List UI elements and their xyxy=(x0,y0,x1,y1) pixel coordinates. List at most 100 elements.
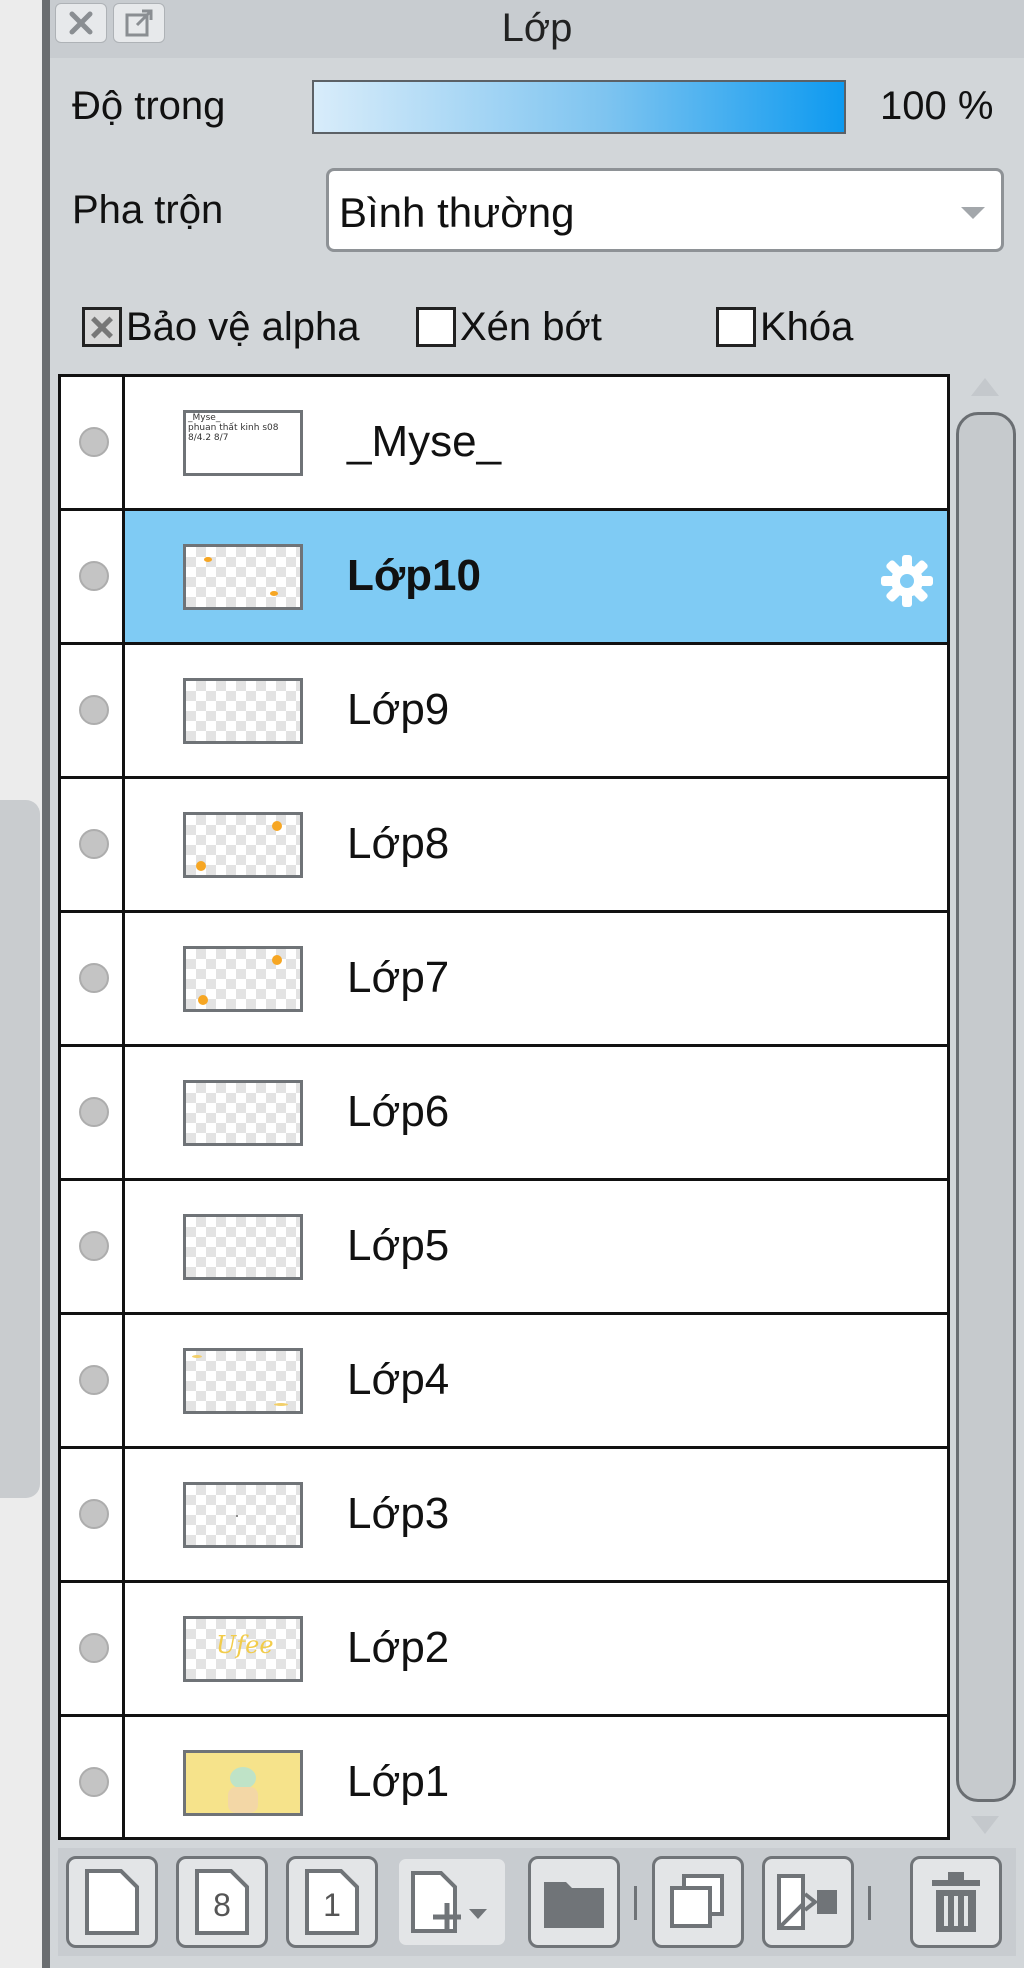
layer-row[interactable]: Lớp6 xyxy=(61,1047,947,1181)
visibility-toggle[interactable] xyxy=(61,913,125,1044)
checkbox-empty-icon xyxy=(716,307,756,347)
new-1bit-layer-button[interactable]: 1 xyxy=(286,1856,378,1948)
add-layer-dropdown-button[interactable] xyxy=(396,1856,508,1948)
toolbar-separator xyxy=(634,1886,637,1920)
clip-label: Xén bớt xyxy=(460,304,602,349)
visibility-dot-icon xyxy=(79,828,109,859)
gear-icon[interactable] xyxy=(877,551,937,611)
opacity-label: Độ trong xyxy=(72,84,226,128)
lock-checkbox[interactable]: Khóa xyxy=(716,305,853,349)
side-panel-tab[interactable] xyxy=(0,800,40,1498)
scroll-down-icon[interactable] xyxy=(971,1816,999,1834)
visibility-toggle[interactable] xyxy=(61,1315,125,1446)
layer-row[interactable]: _Myse_ phuan thất kinh s08 8/4.2 8/7 _My… xyxy=(61,377,947,511)
visibility-dot-icon xyxy=(79,694,109,725)
layer-thumbnail xyxy=(183,946,303,1012)
protect-alpha-checkbox[interactable]: Bảo vệ alpha xyxy=(82,305,360,349)
layer-name: Lớp1 xyxy=(347,1757,450,1806)
folder-icon xyxy=(544,1882,604,1928)
layer-row[interactable]: Lớp3 xyxy=(61,1449,947,1583)
visibility-dot-icon xyxy=(79,560,109,591)
panel-titlebar: Lớp xyxy=(50,0,1024,58)
layer-row[interactable]: Lớp4 xyxy=(61,1315,947,1449)
panel-title: Lớp xyxy=(501,6,573,50)
chevron-down-icon xyxy=(961,207,985,219)
layer-row-selected[interactable]: Lớp10 xyxy=(61,511,947,645)
new-layer-button[interactable] xyxy=(66,1856,158,1948)
layer-row[interactable]: Lớp7 xyxy=(61,913,947,1047)
visibility-toggle[interactable] xyxy=(61,1181,125,1312)
new-folder-button[interactable] xyxy=(528,1856,620,1948)
layer-name: Lớp8 xyxy=(347,819,450,868)
layer-thumbnail xyxy=(183,1080,303,1146)
layer-thumbnail xyxy=(183,678,303,744)
thumbnail-text: Ufee xyxy=(216,1631,274,1659)
layer-toolbar: 8 1 xyxy=(58,1848,1016,1956)
blend-mode-label: Pha trộn xyxy=(72,188,224,232)
visibility-dot-icon xyxy=(79,1096,109,1127)
visibility-dot-icon xyxy=(79,1498,109,1529)
visibility-toggle[interactable] xyxy=(61,1047,125,1178)
thumbnail-mark xyxy=(196,861,206,871)
layer-name: Lớp5 xyxy=(347,1221,450,1270)
visibility-dot-icon xyxy=(79,426,109,457)
layer-name: Lớp10 xyxy=(347,551,481,600)
blend-mode-select[interactable]: Bình thường xyxy=(326,168,1004,252)
layer-thumbnail xyxy=(183,1348,303,1414)
layer-name: Lớp3 xyxy=(347,1489,450,1538)
visibility-dot-icon xyxy=(79,962,109,993)
thumbnail-mark xyxy=(272,955,282,965)
layer-name: Lớp2 xyxy=(347,1623,450,1672)
page-add-icon xyxy=(411,1871,487,1933)
lock-label: Khóa xyxy=(760,304,854,349)
layer-name: Lớp7 xyxy=(347,953,450,1002)
layer-thumbnail xyxy=(183,544,303,610)
layer-name: Lớp4 xyxy=(347,1355,450,1404)
duplicate-layer-button[interactable] xyxy=(652,1856,744,1948)
visibility-toggle[interactable] xyxy=(61,1717,125,1837)
layer-thumbnail xyxy=(183,1750,303,1816)
visibility-toggle[interactable] xyxy=(61,779,125,910)
scrollbar-thumb[interactable] xyxy=(956,412,1016,1802)
clip-checkbox[interactable]: Xén bớt xyxy=(416,305,602,349)
visibility-toggle[interactable] xyxy=(61,1449,125,1580)
layer-thumbnail xyxy=(183,812,303,878)
panel-edge xyxy=(42,0,50,1968)
thumbnail-text: _Myse_ phuan thất kinh s08 8/4.2 8/7 xyxy=(188,413,279,443)
layer-row[interactable]: Lớp8 xyxy=(61,779,947,913)
layer-thumbnail xyxy=(183,1482,303,1548)
merge-down-button[interactable] xyxy=(762,1856,854,1948)
thumbnail-mark xyxy=(272,821,282,831)
scroll-up-icon[interactable] xyxy=(971,378,999,396)
visibility-toggle[interactable] xyxy=(61,1583,125,1714)
layer-thumbnail xyxy=(183,1214,303,1280)
layer-list: _Myse_ phuan thất kinh s08 8/4.2 8/7 _My… xyxy=(58,374,950,1840)
layer-row[interactable]: Lớp5 xyxy=(61,1181,947,1315)
layer-row[interactable]: Lớp1 xyxy=(61,1717,947,1837)
delete-layer-button[interactable] xyxy=(910,1856,1002,1948)
visibility-toggle[interactable] xyxy=(61,511,125,642)
checkbox-checked-icon xyxy=(82,307,122,347)
thumbnail-mark xyxy=(192,1355,202,1358)
checkbox-empty-icon xyxy=(416,307,456,347)
layer-name: Lớp9 xyxy=(347,685,450,734)
protect-alpha-label: Bảo vệ alpha xyxy=(126,304,360,349)
thumbnail-mark xyxy=(198,995,208,1005)
layers-panel: Lớp Độ trong 100 % Pha trộn Bình thường … xyxy=(50,0,1024,1968)
toolbar-separator xyxy=(868,1886,871,1920)
visibility-toggle[interactable] xyxy=(61,377,125,508)
layer-thumbnail: _Myse_ phuan thất kinh s08 8/4.2 8/7 xyxy=(183,410,303,476)
page-1-label: 1 xyxy=(323,1887,341,1923)
visibility-dot-icon xyxy=(79,1364,109,1395)
layer-list-scrollbar[interactable] xyxy=(954,374,1020,1840)
layer-row[interactable]: Lớp9 xyxy=(61,645,947,779)
new-8bit-layer-button[interactable]: 8 xyxy=(176,1856,268,1948)
layer-name: _Myse_ xyxy=(347,417,502,466)
merge-icon xyxy=(777,1874,837,1930)
trash-icon xyxy=(932,1872,980,1932)
opacity-slider[interactable] xyxy=(312,80,846,134)
blend-mode-value: Bình thường xyxy=(339,189,575,236)
page-8-label: 8 xyxy=(213,1887,231,1923)
visibility-toggle[interactable] xyxy=(61,645,125,776)
layer-row[interactable]: Ufee Lớp2 xyxy=(61,1583,947,1717)
